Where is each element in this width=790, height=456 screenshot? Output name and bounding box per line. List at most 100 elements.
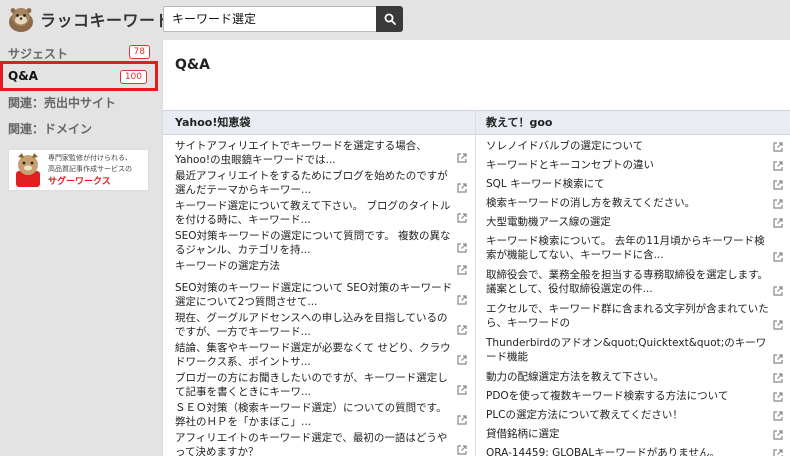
question-text: 動力の配線選定方法を教えて下さい。 bbox=[486, 371, 664, 383]
external-link-icon bbox=[773, 449, 783, 456]
ad-text-line: 専門家監修が付けられる、 bbox=[48, 153, 132, 162]
top-bar: ラッコキーワード キーワード選定 bbox=[0, 0, 790, 40]
search-icon bbox=[384, 13, 396, 25]
question-text: キーワードとキーコンセプトの違い bbox=[486, 159, 654, 171]
external-link-icon bbox=[773, 218, 783, 228]
question-item[interactable]: SEO対策のキーワード選定について SEO対策のキーワード選定について2つ質問さ… bbox=[163, 277, 475, 308]
question-item[interactable]: PDOを使って複数キーワード検索する方法について bbox=[476, 385, 790, 404]
question-text: 貸借銘柄に選定 bbox=[486, 428, 560, 440]
main-panel: Q&A Yahoo!知恵袋 サイトアフィリエイトでキーワードを選定する場合、Ya… bbox=[162, 40, 790, 456]
external-link-icon bbox=[457, 445, 467, 455]
question-text: SEO対策のキーワード選定について SEO対策のキーワード選定について2つ質問さ… bbox=[175, 282, 453, 308]
external-link-icon bbox=[457, 355, 467, 365]
question-item[interactable]: 貸借銘柄に選定 bbox=[476, 423, 790, 442]
yahoo-column: Yahoo!知恵袋 サイトアフィリエイトでキーワードを選定する場合、Yahoo!… bbox=[163, 110, 476, 456]
external-link-icon bbox=[457, 265, 467, 275]
question-text: アフィリエイトのキーワード選定で、最初の一語はどうやって決めますか？ bbox=[175, 432, 448, 456]
question-text: SQL キーワード検索にて bbox=[486, 178, 605, 190]
logo[interactable]: ラッコキーワード bbox=[6, 5, 172, 33]
otter-logo-icon bbox=[6, 5, 36, 33]
question-item[interactable]: ＳＥＯ対策（検索キーワード選定）についての質問です。 弊社のＨＰを「かまぼこ」.… bbox=[163, 397, 475, 428]
sidebar-item-sites-for-sale[interactable]: 関連：売出中サイト bbox=[0, 89, 158, 115]
question-item[interactable]: キーワード検索について。 去年の11月頃からキーワード検索が機能してない、キーワ… bbox=[476, 230, 790, 264]
mascot-icon bbox=[12, 151, 44, 189]
question-text: サイトアフィリエイトでキーワードを選定する場合、Yahoo!の虫眼鏡キーワードで… bbox=[175, 140, 427, 166]
external-link-icon bbox=[457, 213, 467, 223]
ad-brand: サグーワークス bbox=[48, 176, 111, 187]
question-text: 最近アフィリエイトをするためにブログを始めたのですが選んだテーマからキーワー..… bbox=[175, 170, 448, 196]
question-item[interactable]: アフィリエイトのキーワード選定で、最初の一語はどうやって決めますか？ bbox=[163, 427, 475, 456]
goo-column: 教えて！goo ソレノイドバルブの選定について キーワードとキーコンセプトの違い… bbox=[476, 110, 790, 456]
question-text: PDOを使って複数キーワード検索する方法について bbox=[486, 390, 729, 402]
question-item[interactable]: ORA-14459: GLOBALキーワードがありません。 bbox=[476, 442, 790, 456]
question-item[interactable]: PLCの選定方法について教えてください！ bbox=[476, 404, 790, 423]
count-badge: 100 bbox=[119, 70, 147, 84]
question-text: ソレノイドバルブの選定について bbox=[486, 140, 644, 152]
question-item[interactable]: キーワードとキーコンセプトの違い bbox=[476, 154, 790, 173]
ad-text-line: 高品質記事作成サービスの bbox=[48, 164, 132, 173]
external-link-icon bbox=[457, 415, 467, 425]
external-link-icon bbox=[773, 430, 783, 440]
question-text: キーワード検索について。 去年の11月頃からキーワード検索が機能してない、キーワ… bbox=[486, 235, 765, 261]
external-link-icon bbox=[457, 243, 467, 253]
question-item[interactable]: 取締役会で、業務全般を担当する専務取締役を選定します。議案として、役付取締役選定… bbox=[476, 264, 790, 298]
question-item[interactable]: ソレノイドバルブの選定について bbox=[476, 135, 790, 154]
external-link-icon bbox=[773, 392, 783, 402]
question-item[interactable]: SQL キーワード検索にて bbox=[476, 173, 790, 192]
question-text: エクセルで、キーワード群に含まれる文字列が含まれていたら、キーワードの bbox=[486, 303, 769, 329]
question-text: キーワードの選定方法 bbox=[175, 260, 280, 272]
question-item[interactable]: ブロガーの方にお聞きしたいのですが、キーワード選定して記事を書くときにキーワ..… bbox=[163, 367, 475, 398]
external-link-icon bbox=[773, 252, 783, 262]
external-link-icon bbox=[457, 295, 467, 305]
sidebar-item-label: サジェスト bbox=[8, 46, 69, 61]
external-link-icon bbox=[773, 286, 783, 296]
question-text: ＳＥＯ対策（検索キーワード選定）についての質問です。 弊社のＨＰを「かまぼこ」.… bbox=[175, 402, 447, 428]
column-header: Yahoo!知恵袋 bbox=[163, 110, 475, 135]
question-item[interactable]: 動力の配線選定方法を教えて下さい。 bbox=[476, 366, 790, 385]
external-link-icon bbox=[773, 354, 783, 364]
question-item[interactable]: 現在、グーグルアドセンスへの申し込みを目指しているのですが、一方でキーワード..… bbox=[163, 307, 475, 338]
question-text: ORA-14459: GLOBALキーワードがありません。 bbox=[486, 447, 720, 456]
question-text: Thunderbirdのアドオン&quot;Quicktext&quot;のキー… bbox=[486, 337, 767, 363]
question-text: PLCの選定方法について教えてください！ bbox=[486, 409, 683, 421]
question-text: キーワード選定について教えて下さい。 ブログのタイトルを付ける時に、キーワード.… bbox=[175, 200, 451, 226]
page-title: Q&A bbox=[175, 57, 210, 73]
external-link-icon bbox=[773, 320, 783, 330]
question-item[interactable]: Thunderbirdのアドオン&quot;Quicktext&quot;のキー… bbox=[476, 332, 790, 366]
logo-text: ラッコキーワード bbox=[40, 11, 173, 30]
external-link-icon bbox=[773, 411, 783, 421]
sidebar-item-label: 関連：ドメイン bbox=[8, 121, 93, 136]
column-header: 教えて！goo bbox=[476, 110, 790, 135]
question-text: 検索キーワードの消し方を教えてください。 bbox=[486, 197, 696, 209]
external-link-icon bbox=[773, 161, 783, 171]
ad-banner[interactable]: 専門家監修が付けられる、 高品質記事作成サービスの サグーワークス bbox=[8, 149, 149, 191]
question-item[interactable]: 大型電動機アース線の選定 bbox=[476, 211, 790, 230]
question-item[interactable]: 最近アフィリエイトをするためにブログを始めたのですが選んだテーマからキーワー..… bbox=[163, 165, 475, 196]
question-item[interactable]: 検索キーワードの消し方を教えてください。 bbox=[476, 192, 790, 211]
question-item[interactable]: サイトアフィリエイトでキーワードを選定する場合、Yahoo!の虫眼鏡キーワードで… bbox=[163, 135, 475, 166]
question-item[interactable]: キーワード選定について教えて下さい。 ブログのタイトルを付ける時に、キーワード.… bbox=[163, 195, 475, 226]
question-list: ソレノイドバルブの選定について キーワードとキーコンセプトの違い SQL キーワ… bbox=[476, 135, 790, 456]
question-item[interactable]: エクセルで、キーワード群に含まれる文字列が含まれていたら、キーワードの bbox=[476, 298, 790, 332]
search-button[interactable] bbox=[376, 6, 403, 32]
question-item[interactable]: 結論、集客やキーワード選定が必要なくて せどり、クラウドワークス系、ポイントサ.… bbox=[163, 337, 475, 368]
sidebar-item-domain[interactable]: 関連：ドメイン bbox=[0, 115, 158, 141]
external-link-icon bbox=[457, 385, 467, 395]
sidebar-item-label: Q&A bbox=[8, 69, 38, 83]
question-list: サイトアフィリエイトでキーワードを選定する場合、Yahoo!の虫眼鏡キーワードで… bbox=[163, 135, 475, 456]
question-item[interactable]: SEO対策キーワードの選定について質問です。 複数の異なるジャンル、カテゴリを持… bbox=[163, 225, 475, 256]
sidebar-item-label: 関連：売出中サイト bbox=[8, 95, 117, 110]
sidebar-item-qa[interactable]: Q&A 100 bbox=[0, 61, 158, 91]
question-item[interactable]: キーワードの選定方法 bbox=[163, 255, 475, 277]
question-text: 結論、集客やキーワード選定が必要なくて せどり、クラウドワークス系、ポイントサ.… bbox=[175, 342, 451, 368]
external-link-icon bbox=[457, 183, 467, 193]
question-text: 取締役会で、業務全般を担当する専務取締役を選定します。議案として、役付取締役選定… bbox=[486, 269, 769, 295]
question-text: 大型電動機アース線の選定 bbox=[486, 216, 611, 228]
external-link-icon bbox=[773, 180, 783, 190]
external-link-icon bbox=[457, 325, 467, 335]
external-link-icon bbox=[457, 153, 467, 163]
count-badge: 78 bbox=[128, 45, 150, 59]
search-input[interactable]: キーワード選定 bbox=[163, 6, 377, 32]
external-link-icon bbox=[773, 373, 783, 383]
sidebar: サジェスト 78 Q&A 100 関連：売出中サイト 関連：ドメイン 専門家監修… bbox=[0, 40, 162, 456]
